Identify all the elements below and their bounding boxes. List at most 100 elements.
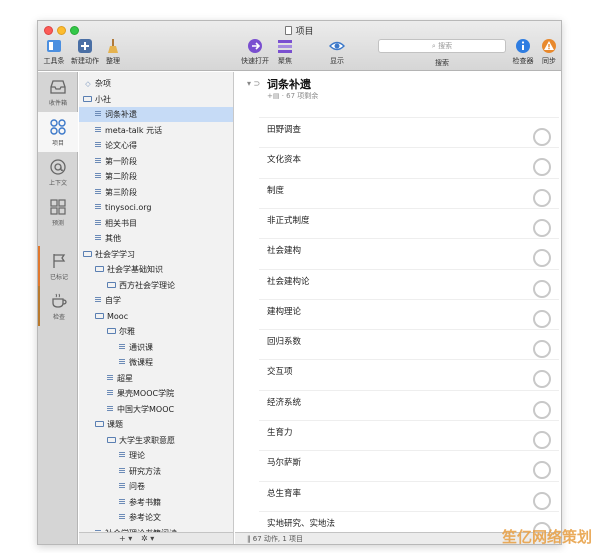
task-row[interactable]: 经济系统 bbox=[259, 389, 559, 420]
task-name: 生育力 bbox=[267, 428, 293, 438]
task-checkbox[interactable] bbox=[533, 431, 551, 449]
outline-row[interactable]: 第二阶段 bbox=[79, 169, 233, 184]
task-row[interactable]: 社会建构 bbox=[259, 238, 559, 268]
outline-row[interactable]: Mooc bbox=[79, 309, 233, 324]
task-row[interactable]: 文化资本 bbox=[259, 147, 559, 177]
expand-icon[interactable]: ▾ ⊃ bbox=[247, 79, 260, 88]
outline-row[interactable]: 第一阶段 bbox=[79, 154, 233, 169]
task-checkbox[interactable] bbox=[533, 249, 551, 268]
folder-icon bbox=[107, 328, 116, 334]
task-name: 马尔萨斯 bbox=[267, 458, 302, 469]
outline-row-label: 大学生求职意愿 bbox=[119, 435, 175, 445]
titlebar: 项目 工具条 新建动作 整理 快速打开 聚焦 显示 ⌕ 搜索 搜索 检查器 同步 bbox=[38, 21, 561, 71]
outline-row[interactable]: 尔雅 bbox=[79, 324, 233, 339]
task-row[interactable]: 回归系数 bbox=[259, 329, 559, 359]
outline-row[interactable]: 其他 bbox=[79, 231, 233, 246]
project-icon bbox=[119, 483, 125, 488]
outline-row[interactable]: 论文心得 bbox=[79, 138, 233, 153]
outline-row[interactable]: 中国大学MOOC bbox=[79, 402, 233, 417]
sync-button[interactable]: 同步 bbox=[538, 38, 560, 66]
outline-row-label: 论文心得 bbox=[105, 141, 137, 150]
task-checkbox[interactable] bbox=[533, 158, 551, 177]
task-checkbox[interactable] bbox=[533, 461, 551, 480]
focus-button[interactable]: 聚焦 bbox=[274, 38, 296, 66]
task-row[interactable]: 总生育率 bbox=[259, 480, 559, 511]
outline-row[interactable]: 参考论文 bbox=[79, 510, 233, 525]
outline-row[interactable]: 课题 bbox=[79, 417, 233, 432]
task-checkbox[interactable] bbox=[533, 400, 551, 419]
search-label: 搜索 bbox=[435, 59, 449, 67]
task-row[interactable]: 建构理论 bbox=[259, 298, 559, 329]
outline-row[interactable]: 参考书籍 bbox=[79, 495, 233, 510]
outline-row-label: tinysoci.org bbox=[105, 203, 152, 212]
search-input[interactable]: ⌕ 搜索 bbox=[378, 39, 506, 53]
outline-row[interactable]: 研究方法 bbox=[79, 464, 233, 479]
perspective-projects[interactable]: 项目 bbox=[38, 112, 78, 152]
task-name: 田野调查 bbox=[267, 125, 302, 135]
inspector-label: 检查器 bbox=[512, 57, 534, 65]
add-icon bbox=[78, 39, 92, 53]
outline-settings-button[interactable]: ✲ ▾ bbox=[141, 534, 154, 543]
folder-icon bbox=[83, 95, 92, 102]
task-checkbox[interactable] bbox=[533, 491, 551, 510]
outline-row[interactable]: 社会学学习 bbox=[79, 247, 233, 262]
task-row[interactable]: 非正式制度 bbox=[259, 207, 559, 238]
outline-row[interactable]: 问卷 bbox=[79, 479, 233, 494]
task-row[interactable]: 交互项 bbox=[259, 359, 559, 389]
task-row[interactable]: 制度 bbox=[259, 177, 559, 208]
outline-row[interactable]: 第三阶段 bbox=[79, 185, 233, 200]
outline-row-label: 参考论文 bbox=[129, 513, 161, 522]
outline-row-label: 自学 bbox=[105, 296, 121, 305]
perspective-inbox[interactable]: 收件箱 bbox=[38, 72, 78, 112]
outline-row[interactable]: 大学生求职意愿 bbox=[79, 433, 233, 448]
task-name: 交互项 bbox=[267, 367, 293, 378]
view-button[interactable]: 显示 bbox=[326, 38, 348, 66]
project-icon bbox=[95, 235, 101, 240]
outline-row[interactable]: 社会学基础知识 bbox=[79, 262, 233, 277]
perspective-review[interactable]: 检查 bbox=[38, 286, 78, 326]
outline-row[interactable]: 微课程 bbox=[79, 355, 233, 370]
outline-row-label: 第三阶段 bbox=[105, 187, 137, 197]
task-row[interactable]: 田野调查 bbox=[259, 117, 559, 147]
outline-row[interactable]: 理论 bbox=[79, 448, 233, 463]
perspective-flagged[interactable]: 已标记 bbox=[38, 246, 78, 286]
outline-row[interactable]: ◇ 杂项 bbox=[79, 76, 233, 91]
task-checkbox[interactable] bbox=[533, 218, 551, 237]
project-icon bbox=[95, 204, 101, 209]
outline-row[interactable]: 词条补遗 bbox=[79, 107, 233, 122]
task-checkbox[interactable] bbox=[533, 340, 551, 359]
perspective-contexts[interactable]: 上下文 bbox=[38, 152, 78, 192]
document-icon bbox=[285, 26, 293, 35]
outline-row[interactable]: 西方社会学理论 bbox=[79, 278, 233, 293]
outline-row[interactable]: 相关书目 bbox=[79, 216, 233, 231]
app-window: 项目 工具条 新建动作 整理 快速打开 聚焦 显示 ⌕ 搜索 搜索 检查器 同步… bbox=[37, 20, 562, 545]
outline-row-label: 西方社会学理论 bbox=[119, 280, 175, 290]
task-checkbox[interactable] bbox=[533, 128, 551, 146]
outline-row-label: 课题 bbox=[107, 420, 123, 429]
task-checkbox[interactable] bbox=[533, 188, 551, 207]
outline-row[interactable]: meta-talk 元话 bbox=[79, 123, 233, 138]
clean-up-button[interactable]: 整理 bbox=[102, 38, 124, 66]
task-row[interactable]: 生育力 bbox=[259, 420, 559, 450]
task-checkbox[interactable] bbox=[533, 370, 551, 389]
outline-row[interactable]: tinysoci.org bbox=[79, 200, 233, 215]
outline-row[interactable]: 果壳MOOC学院 bbox=[79, 386, 233, 401]
add-project-button[interactable]: + ▾ bbox=[119, 534, 132, 543]
inspector-button[interactable]: 检查器 bbox=[510, 38, 536, 66]
outline-row-label: 超星 bbox=[117, 373, 133, 383]
outline-row[interactable]: 自学 bbox=[79, 293, 233, 308]
perspective-forecast[interactable]: 预测 bbox=[38, 192, 78, 232]
new-action-button[interactable]: 新建动作 bbox=[68, 38, 102, 66]
task-name: 回归系数 bbox=[267, 337, 302, 348]
outline-row[interactable]: 超星 bbox=[79, 371, 233, 386]
task-checkbox[interactable] bbox=[533, 309, 551, 328]
quick-open-button[interactable]: 快速打开 bbox=[240, 38, 270, 66]
task-row[interactable]: 社会建构论 bbox=[259, 268, 559, 299]
project-icon bbox=[95, 142, 101, 147]
outline-row[interactable]: 小社 bbox=[79, 92, 233, 107]
outline-row[interactable]: 通识课 bbox=[79, 340, 233, 355]
task-checkbox[interactable] bbox=[533, 279, 551, 298]
task-row[interactable]: 马尔萨斯 bbox=[259, 450, 559, 480]
toolbar-button[interactable]: 工具条 bbox=[41, 38, 67, 66]
outline-row-label: 尔雅 bbox=[119, 327, 135, 336]
